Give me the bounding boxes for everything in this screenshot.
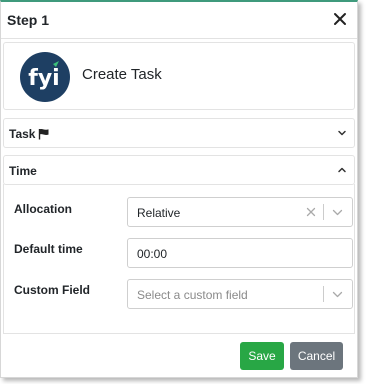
allocation-label: Allocation (14, 202, 73, 216)
section-time-body: Allocation Relative Default time 00:00 C… (3, 184, 355, 334)
cancel-button[interactable]: Cancel (290, 342, 343, 370)
section-time-label: Time (9, 164, 37, 178)
clear-icon[interactable] (306, 207, 316, 217)
section-task-label: Task (9, 127, 36, 141)
default-time-value: 00:00 (137, 247, 168, 261)
select-separator (323, 204, 324, 220)
chevron-down-icon[interactable] (332, 208, 343, 217)
default-time-input[interactable]: 00:00 (127, 238, 353, 268)
save-button[interactable]: Save (240, 342, 284, 370)
close-icon[interactable] (329, 8, 351, 30)
chevron-down-icon[interactable] (332, 290, 343, 299)
allocation-select[interactable]: Relative (127, 197, 353, 227)
flag-icon (38, 128, 49, 140)
allocation-value: Relative (137, 206, 181, 220)
chevron-down-icon[interactable] (337, 128, 347, 138)
section-time-header[interactable]: Time (3, 155, 355, 185)
select-separator (323, 286, 324, 302)
dialog-header: Step 1 (1, 2, 357, 39)
step-summary-card: fyi Create Task (3, 42, 355, 110)
custom-field-label: Custom Field (14, 283, 91, 297)
section-task-header[interactable]: Task (3, 118, 355, 148)
step-title: Create Task (82, 66, 162, 83)
custom-field-select[interactable]: Select a custom field (127, 279, 353, 309)
fyi-logo: fyi (20, 52, 70, 102)
chevron-up-icon[interactable] (337, 165, 347, 175)
svg-text:fyi: fyi (28, 66, 59, 91)
default-time-label: Default time (14, 242, 83, 256)
custom-field-placeholder: Select a custom field (137, 288, 248, 302)
dialog-title: Step 1 (7, 12, 50, 28)
step-dialog: Step 1 fyi Create Task Task Time Allocat… (0, 0, 358, 378)
